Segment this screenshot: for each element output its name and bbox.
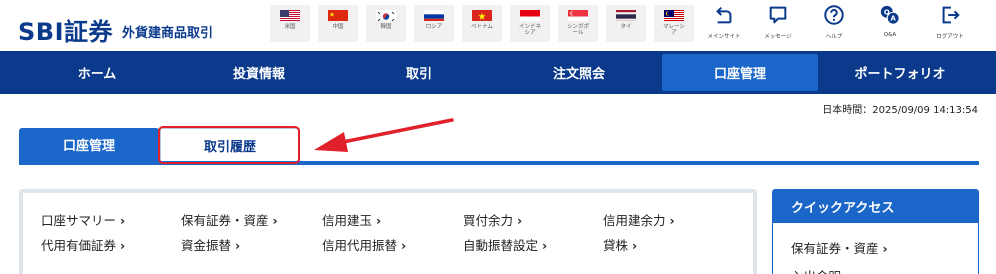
link-margin-positions[interactable]: 信用建玉 › [322,210,381,229]
qa-button[interactable]: QA Q&A [868,4,912,38]
util-label: Q&A [883,32,897,38]
flag-vietnam[interactable]: ベトナム [462,5,502,42]
help-button[interactable]: ヘルプ [812,4,856,40]
link-collateral-securities[interactable]: 代用有価証券 › [41,235,125,254]
quick-access-title: クイックアクセス [773,190,978,223]
flag-label: 中国 [332,24,344,30]
flag-label: ベトナム [471,24,493,30]
link-label: 代用有価証券 [41,238,117,253]
flag-label: インドネ シア [518,24,541,36]
chevron-right-icon: › [542,238,548,253]
japan-time: 日本時間：2025/09/09 14:13:54 [822,105,978,116]
link-label: 自動振替設定 [463,238,539,253]
flag-china[interactable]: 中国 [318,5,358,42]
util-label: メッセージ [764,34,792,40]
flag-singapore[interactable]: シンガポ ール [558,5,598,42]
link-holdings-assets[interactable]: 保有証券・資産 › [181,210,278,229]
nav-item-portfolio[interactable]: ポートフォリオ [818,51,982,94]
vietnam-flag-icon [472,8,492,21]
logo-subtitle: 外貨建商品取引 [122,26,214,41]
quick-access-holdings-link[interactable]: 保有証券・資産 › [791,238,888,257]
flag-us[interactable]: 米国 [270,5,310,42]
link-stock-lending[interactable]: 貸株 › [603,235,637,254]
flag-indonesia[interactable]: インドネ シア [510,5,550,42]
message-icon [769,6,787,24]
chevron-right-icon: › [376,213,382,228]
flag-korea[interactable]: 韓国 [366,5,406,42]
flag-label: シンガポ ール [566,24,589,36]
flag-label: ロシア [425,24,443,30]
link-fund-transfer[interactable]: 資金振替 › [181,235,240,254]
help-icon [824,5,844,25]
chevron-right-icon: › [632,238,638,253]
sbi-logo[interactable]: SBI証券 外貨建商品取引 [18,12,214,46]
link-label: 口座サマリー [41,213,117,228]
country-selector: 米国 中国 韓国 ロシア ベトナム インドネ シア シンガポ ール タイ マレー… [270,5,694,42]
link-label: 信用建余力 [603,213,666,228]
singapore-flag-icon [568,8,588,21]
link-buying-power[interactable]: 買付余力 › [463,210,522,229]
russia-flag-icon [424,8,444,21]
chevron-right-icon: › [120,213,126,228]
link-account-summary[interactable]: 口座サマリー › [41,210,125,229]
indonesia-flag-icon [520,8,540,21]
link-label: 資金振替 [181,238,232,253]
account-links-panel: 口座サマリー › 保有証券・資産 › 信用建玉 › 買付余力 › 信用建余力 › 代用有価… [19,189,757,274]
china-flag-icon [328,8,348,21]
main-nav: ホーム 投資情報 取引 注文照会 口座管理 ポートフォリオ [0,51,996,94]
us-flag-icon [280,8,300,21]
flag-label: マレーシ ア [663,24,685,36]
link-label: 買付余力 [463,213,514,228]
nav-item-account-management[interactable]: 口座管理 [662,54,818,91]
chevron-right-icon: › [401,238,407,253]
flag-malaysia[interactable]: マレーシ ア [654,5,694,42]
message-button[interactable]: メッセージ [756,4,800,40]
logout-icon [942,6,960,24]
util-label: ログアウト [936,34,964,40]
annotation-arrow-icon [314,118,454,152]
qa-icon: QA [880,5,900,25]
link-label: 信用代用振替 [322,238,398,253]
flag-russia[interactable]: ロシア [414,5,454,42]
quick-access-panel: クイックアクセス 保有証券・資産› 入出金明 [772,189,979,274]
util-label: メインサイト [707,34,741,40]
chevron-right-icon: › [272,213,278,228]
link-label: 保有証券・資産 [181,213,269,228]
logout-button[interactable]: ログアウト [928,4,972,40]
flag-label: 米国 [284,24,296,30]
util-label: ヘルプ [825,34,843,40]
tab-account-management[interactable]: 口座管理 [19,128,159,161]
logo-text: SBI証券 [18,18,114,46]
flag-thailand[interactable]: タイ [606,5,646,42]
annotation-highlight [158,126,300,164]
main-site-button[interactable]: メインサイト [702,4,746,40]
svg-text:Q: Q [884,8,890,16]
link-auto-transfer-settings[interactable]: 自動振替設定 › [463,235,547,254]
svg-text:A: A [891,15,897,23]
link-margin-collateral-transfer[interactable]: 信用代用振替 › [322,235,406,254]
chevron-right-icon: › [517,213,523,228]
link-label: 貸株 [603,238,629,253]
thailand-flag-icon [616,8,636,21]
link-margin-capacity[interactable]: 信用建余力 › [603,210,675,229]
flag-label: 韓国 [380,24,392,30]
quick-access-deposit-link[interactable]: 入出金明 [791,266,841,274]
return-icon [716,6,732,24]
chevron-right-icon: › [120,238,126,253]
chevron-right-icon: › [669,213,675,228]
nav-item-order-inquiry[interactable]: 注文照会 [482,51,676,94]
chevron-right-icon: › [235,238,241,253]
malaysia-flag-icon [664,8,684,21]
chevron-right-icon: › [882,241,888,256]
korea-flag-icon [376,8,396,21]
link-label: 保有証券・資産 [791,241,879,256]
flag-label: タイ [620,24,632,30]
link-label: 信用建玉 [322,213,373,228]
